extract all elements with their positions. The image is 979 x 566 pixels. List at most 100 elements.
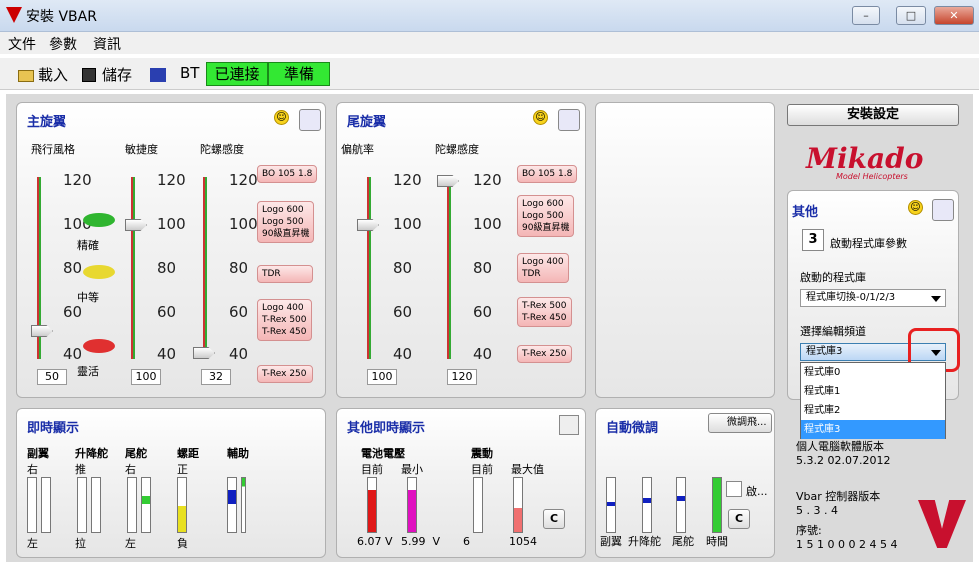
agility-thumb[interactable]	[125, 219, 147, 231]
vib-current-label: 目前	[471, 463, 493, 476]
param-number[interactable]: 3	[802, 229, 824, 251]
trim-time-fill	[713, 478, 721, 532]
trim-label: 升降舵	[628, 535, 661, 548]
restore-button[interactable]: □	[896, 6, 926, 25]
elevator-meter	[91, 477, 101, 533]
gyro-track[interactable]	[203, 177, 207, 359]
preset-bubble: T-Rex 500 T-Rex 450	[517, 297, 572, 327]
channel-option[interactable]: 程式庫1	[801, 382, 945, 401]
device-icon	[150, 68, 166, 82]
channel-option[interactable]: 程式庫3	[801, 420, 945, 439]
trim-aileron-meter	[606, 477, 616, 533]
tick: 40	[393, 345, 413, 363]
graduate-icon[interactable]	[558, 109, 580, 131]
preset-bubble: Logo 400 TDR	[517, 253, 569, 283]
aileron-meter	[41, 477, 51, 533]
channel-option[interactable]: 程式庫2	[801, 401, 945, 420]
tick: 100	[229, 215, 258, 233]
battery-current-meter	[367, 477, 377, 533]
rudder-meter	[141, 477, 151, 533]
active-lib-select[interactable]: 程式庫切換-0/1/2/3	[800, 289, 946, 307]
aux-fill	[228, 490, 236, 504]
tail-rotor-title: 尾旋翼	[347, 115, 387, 130]
tick: 60	[229, 303, 249, 321]
gyro-thumb[interactable]	[193, 347, 215, 359]
tick: 80	[229, 259, 249, 277]
trim-flight-button[interactable]: 微調飛...	[708, 413, 772, 433]
smiley-icon[interactable]: ☺	[533, 110, 548, 125]
minimize-button[interactable]: –	[852, 6, 880, 25]
chart-icon[interactable]	[559, 415, 579, 435]
enable-label: 啟...	[746, 485, 768, 498]
trim-label: 時間	[706, 535, 728, 548]
trim-marker	[607, 502, 615, 506]
current-label: 目前	[361, 463, 383, 476]
trim-clear-button[interactable]: C	[728, 509, 750, 529]
close-button[interactable]: ✕	[934, 6, 974, 25]
heli-icon	[83, 265, 115, 279]
top-label: 右	[125, 463, 136, 476]
flight-style-label: 飛行風格	[31, 143, 75, 156]
menu-file[interactable]: 文件	[8, 34, 36, 54]
vib-max-label: 最大值	[511, 463, 544, 476]
mikado-logo-sub: Model Helicopters	[836, 172, 908, 181]
battery-current-value: 6.07 V	[357, 535, 393, 548]
setup-button[interactable]: 安裝設定	[787, 104, 959, 126]
menu-params[interactable]: 參數	[49, 34, 77, 54]
tick: 80	[473, 259, 493, 277]
pitch-fill	[178, 506, 186, 532]
channel-option[interactable]: 程式庫0	[801, 363, 945, 382]
flight-style-thumb[interactable]	[31, 325, 53, 337]
serial-value: 1 5 1 0 0 0 2 4 5 4	[796, 538, 898, 551]
agility-track[interactable]	[131, 177, 135, 359]
other-title: 其他	[792, 205, 819, 220]
graduate-icon[interactable]	[932, 199, 954, 221]
battery-min-value: 5.99 V	[401, 535, 441, 548]
agility-label: 敏捷度	[125, 143, 158, 156]
clear-button[interactable]: C	[543, 509, 565, 529]
yaw-rate-thumb[interactable]	[357, 219, 379, 231]
bottom-label: 負	[177, 537, 188, 550]
yaw-rate-value[interactable]: 100	[367, 369, 397, 385]
auto-trim-title: 自動微調	[606, 421, 659, 436]
smiley-icon[interactable]: ☺	[908, 200, 923, 215]
enable-checkbox[interactable]	[726, 481, 742, 497]
col-label: 輔助	[227, 447, 249, 460]
gyro-gain-label: 陀螺感度	[200, 143, 244, 156]
preset-bubble: Logo 400 T-Rex 500 T-Rex 450	[257, 299, 312, 341]
vib-current-value: 6	[463, 535, 470, 548]
menu-info[interactable]: 資訊	[93, 34, 121, 54]
graduate-icon[interactable]	[299, 109, 321, 131]
chevron-down-icon	[931, 296, 941, 302]
trim-label: 副翼	[600, 535, 622, 548]
title-bar: 安裝 VBAR – □ ✕	[0, 0, 979, 32]
tick: 80	[157, 259, 177, 277]
tick: 40	[157, 345, 177, 363]
pc-version-value: 5.3.2 02.07.2012	[796, 454, 891, 467]
tail-gyro-thumb[interactable]	[437, 175, 459, 187]
auto-trim-panel: 自動微調 微調飛... 啟... C 副翼 升降舵 尾舵 時間	[595, 408, 775, 558]
bottom-label: 拉	[75, 537, 86, 550]
trim-elevator-meter	[642, 477, 652, 533]
agility-value[interactable]: 100	[131, 369, 161, 385]
tick: 100	[473, 215, 502, 233]
heli-icon	[83, 213, 115, 227]
tick: 40	[63, 345, 83, 363]
tick: 120	[473, 171, 502, 189]
load-button[interactable]: 載入	[38, 64, 68, 85]
flight-style-value[interactable]: 50	[37, 369, 67, 385]
smiley-icon[interactable]: ☺	[274, 110, 289, 125]
min-label: 最小	[401, 463, 423, 476]
tail-gyro-track[interactable]	[447, 177, 451, 359]
bt-button[interactable]: BT	[180, 64, 199, 82]
gyro-value[interactable]: 32	[201, 369, 231, 385]
channel-dropdown-list: 程式庫0 程式庫1 程式庫2 程式庫3	[800, 362, 946, 439]
yaw-rate-track[interactable]	[367, 177, 371, 359]
preset-bubble: TDR	[257, 265, 313, 283]
main-rotor-title: 主旋翼	[27, 115, 67, 130]
tail-gyro-value[interactable]: 120	[447, 369, 477, 385]
aux-indicator	[241, 477, 246, 533]
col-label: 副翼	[27, 447, 49, 460]
trim-marker	[677, 496, 685, 501]
save-button[interactable]: 儲存	[102, 64, 132, 85]
